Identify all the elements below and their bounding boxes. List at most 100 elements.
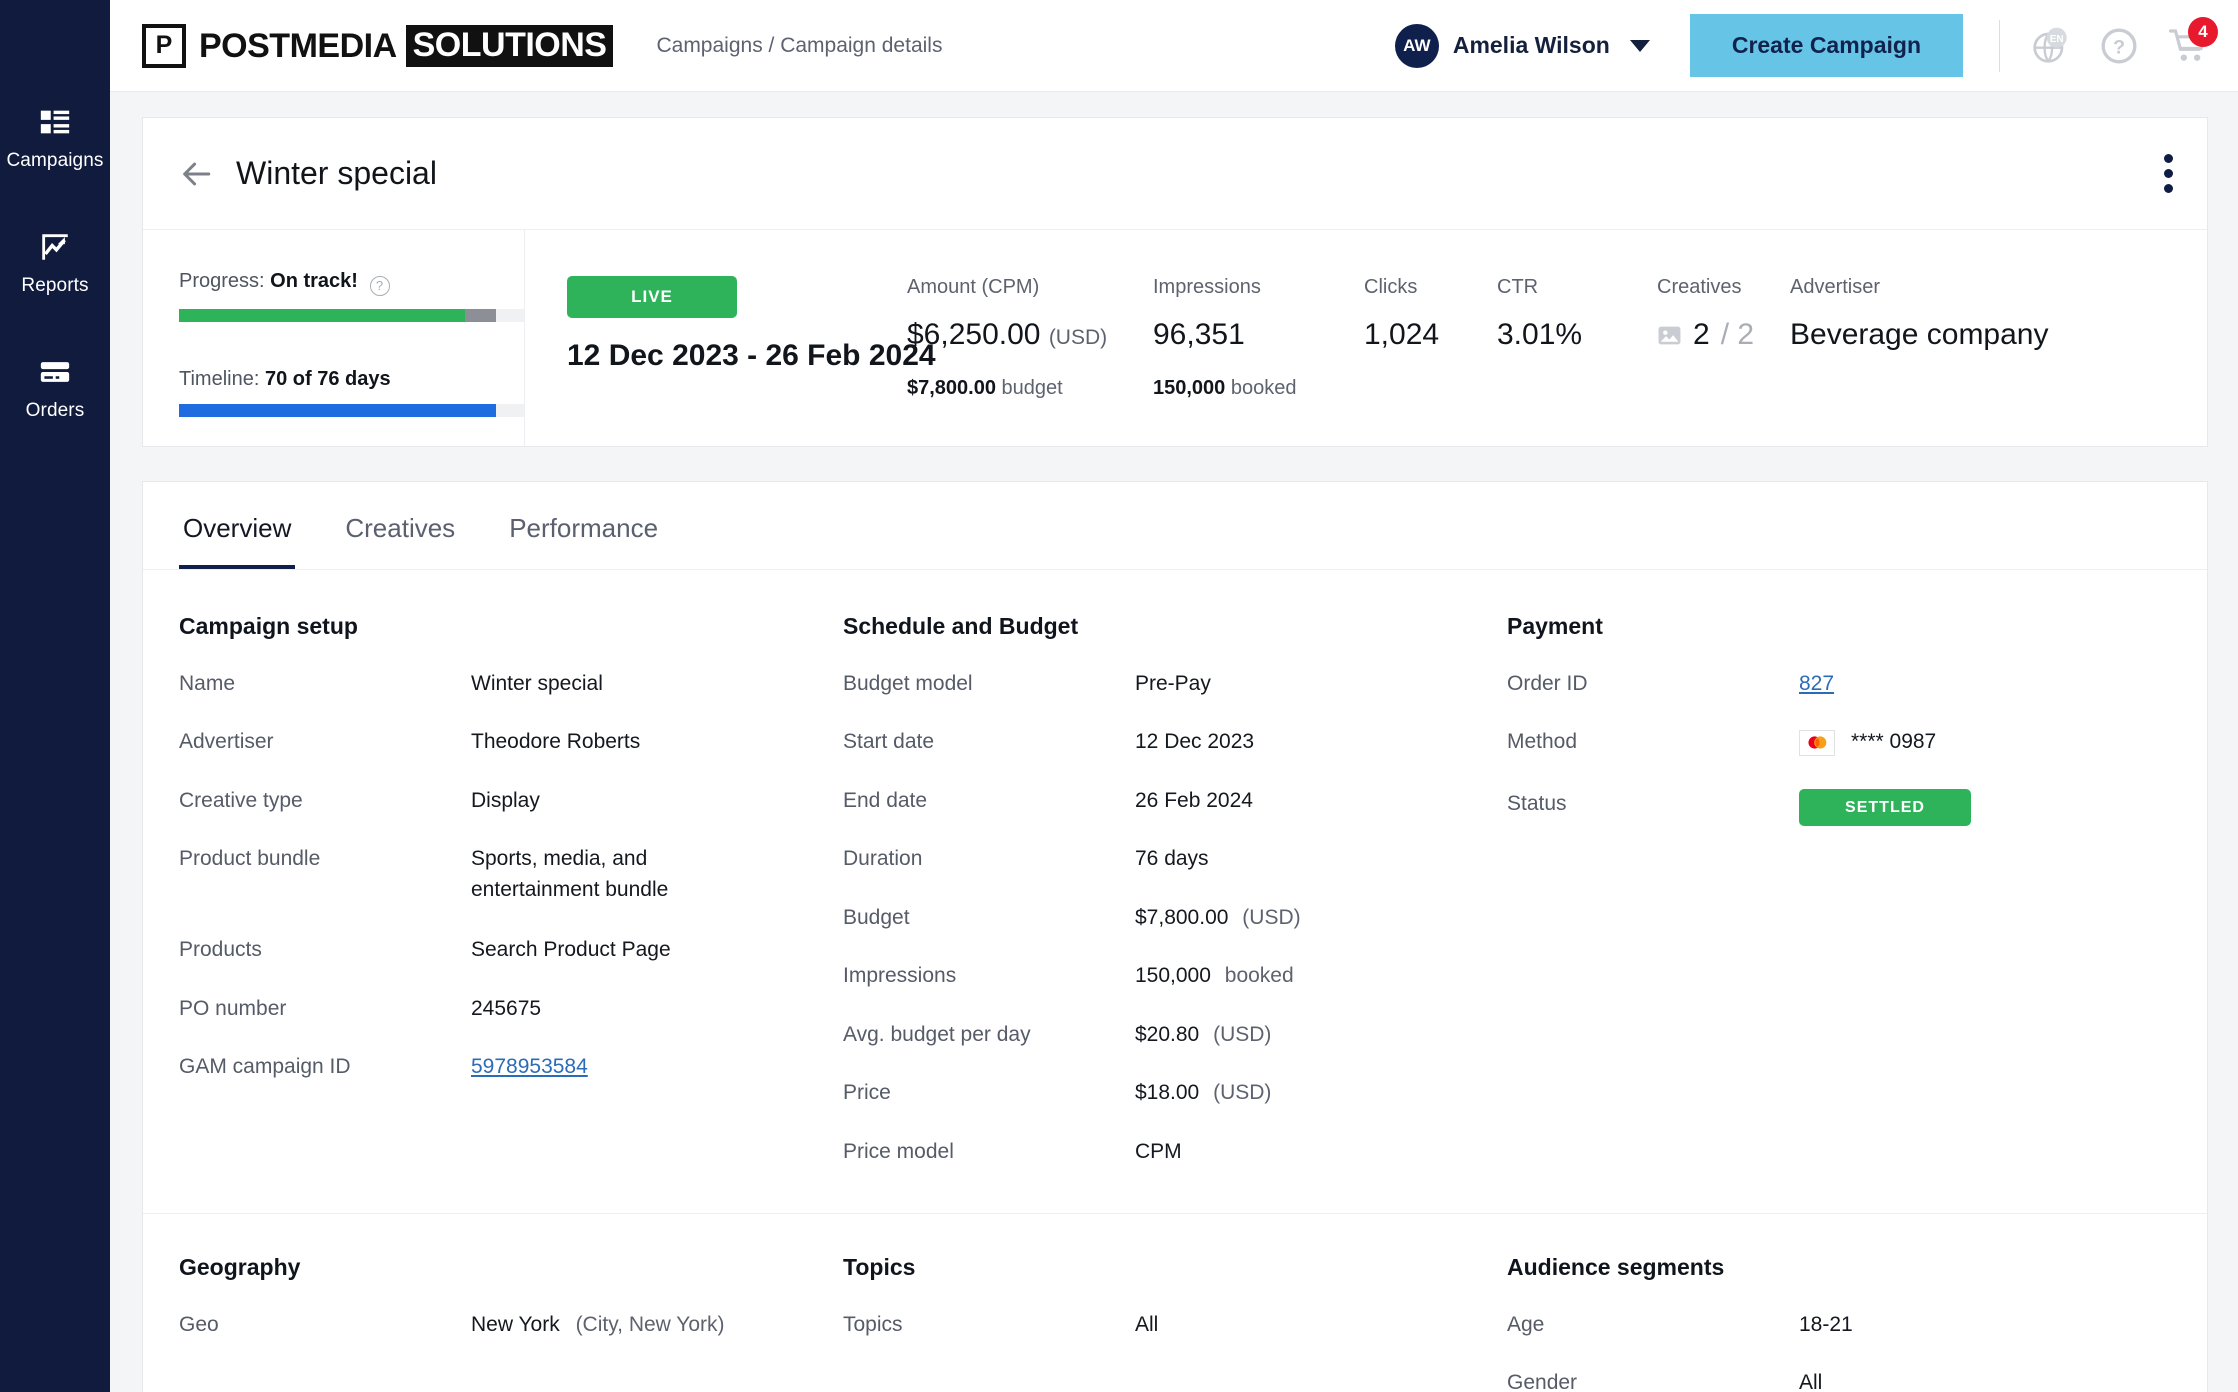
- user-menu[interactable]: AW Amelia Wilson: [1394, 23, 1650, 68]
- help-tooltip-icon[interactable]: ?: [369, 275, 390, 296]
- help-question-icon: ?: [2101, 28, 2137, 63]
- metric-amount: Amount (CPM) $6,250.00 (USD) $7,800.00 b…: [907, 276, 1153, 446]
- language-switcher[interactable]: EN: [2030, 26, 2070, 66]
- metric-ctr: CTR 3.01%: [1497, 276, 1657, 446]
- detail-key: Impressions: [843, 964, 957, 988]
- status-and-dates: LIVE 12 Dec 2023 - 26 Feb 2024: [567, 276, 936, 446]
- detail-value: 150,000 booked: [1135, 961, 1294, 991]
- back-arrow-icon[interactable]: [179, 157, 213, 191]
- metric-value: Beverage company: [1790, 318, 2049, 351]
- detail-row: Advertiser Theodore Roberts: [179, 727, 813, 757]
- sidebar: Campaigns Reports Orders: [0, 0, 110, 1392]
- create-campaign-button[interactable]: Create Campaign: [1689, 14, 1963, 77]
- detail-value: All: [1799, 1371, 1823, 1392]
- sidebar-item-reports[interactable]: Reports: [0, 230, 110, 297]
- detail-value: 76 days: [1135, 847, 1209, 871]
- gam-campaign-id-link[interactable]: 5978953584: [471, 1055, 588, 1078]
- detail-key: Age: [1507, 1312, 1545, 1336]
- detail-value: 18-21: [1799, 1312, 1853, 1336]
- detail-row: Budget $7,800.00 (USD): [843, 903, 1477, 933]
- progress-panel: Progress: On track! ? Timeline: 70 of 76…: [143, 230, 525, 446]
- detail-value: Theodore Roberts: [471, 730, 641, 754]
- value-unit: (USD): [1213, 1022, 1272, 1046]
- detail-row: GAM campaign ID 5978953584: [179, 1052, 813, 1082]
- detail-key: Order ID: [1507, 672, 1588, 695]
- kebab-dot: [2164, 184, 2173, 193]
- value-number: $20.80: [1135, 1022, 1200, 1046]
- tab-overview[interactable]: Overview: [179, 513, 296, 569]
- detail-key: Budget: [843, 905, 910, 929]
- detail-key: Advertiser: [179, 730, 274, 754]
- geo-detail: (City, New York): [575, 1312, 725, 1336]
- value-unit: (USD): [1213, 1081, 1272, 1105]
- detail-value: $18.00 (USD): [1135, 1078, 1271, 1108]
- detail-key: Price: [843, 1081, 891, 1105]
- metric-label: Amount (CPM): [907, 276, 1040, 298]
- detail-row: PO number 245675: [179, 994, 813, 1024]
- details-columns: Campaign setup Name Winter special Adver…: [143, 570, 2207, 1195]
- tab-bar: Overview Creatives Performance: [143, 482, 2207, 570]
- value-number: $18.00: [1135, 1081, 1200, 1105]
- metric-creatives: Creatives 2 / 2: [1657, 276, 1790, 446]
- metric-value: $6,250.00 (USD): [907, 318, 1153, 352]
- metric-clicks: Clicks 1,024: [1364, 276, 1497, 446]
- credit-card-icon: [40, 362, 70, 382]
- tab-creatives[interactable]: Creatives: [341, 513, 459, 569]
- detail-key: Avg. budget per day: [843, 1022, 1031, 1046]
- globe-language-icon: EN: [2033, 27, 2067, 63]
- schedule-budget-section: Schedule and Budget Budget model Pre-Pay…: [843, 613, 1507, 1195]
- app-root: Campaigns Reports Orders P POSTMEDIA SOL…: [0, 0, 2238, 1392]
- top-bar: P POSTMEDIA SOLUTIONS Campaigns / Campai…: [110, 0, 2238, 92]
- detail-row: End date 26 Feb 2024: [843, 786, 1477, 816]
- more-options-button[interactable]: [2158, 148, 2179, 199]
- detail-key: PO number: [179, 996, 287, 1020]
- metric-label: Creatives: [1657, 276, 1742, 298]
- metric-value: 3.01%: [1497, 318, 1583, 351]
- detail-value: **** 0987: [1799, 727, 1936, 760]
- order-id-link[interactable]: 827: [1799, 672, 1834, 695]
- sidebar-item-campaigns[interactable]: Campaigns: [0, 105, 110, 172]
- value-number: $7,800.00: [1135, 905, 1229, 929]
- detail-key: Method: [1507, 730, 1578, 754]
- brand-logo[interactable]: P POSTMEDIA SOLUTIONS: [142, 23, 614, 68]
- detail-key: Product bundle: [179, 847, 321, 871]
- kebab-dot: [2164, 154, 2173, 163]
- detail-value: 12 Dec 2023: [1135, 730, 1255, 754]
- payment-method: **** 0987: [1799, 727, 1936, 757]
- detail-row: Creative type Display: [179, 786, 813, 816]
- detail-value: Winter special: [471, 672, 603, 695]
- progress-label: Progress:: [179, 270, 265, 292]
- sidebar-item-orders[interactable]: Orders: [0, 355, 110, 422]
- value-unit: booked: [1224, 964, 1294, 988]
- section-title: Audience segments: [1507, 1253, 1725, 1280]
- payment-section: Payment Order ID 827 Method **** 0987 St…: [1507, 613, 2171, 1195]
- detail-row: Name Winter special: [179, 669, 813, 699]
- creatives-count: 2: [1693, 318, 1710, 351]
- detail-key: Gender: [1507, 1371, 1578, 1392]
- detail-key: Duration: [843, 847, 923, 871]
- metric-value: 96,351: [1153, 318, 1245, 351]
- cart-button[interactable]: 4: [2168, 16, 2218, 66]
- section-title: Topics: [843, 1253, 916, 1280]
- metric-sub-strong: 150,000: [1153, 377, 1226, 399]
- detail-row: Impressions 150,000 booked: [843, 961, 1477, 991]
- svg-text:EN: EN: [2050, 34, 2064, 45]
- campaign-header: Winter special: [143, 118, 2207, 230]
- targeting-columns: Geography Geo New York (City, New York) …: [143, 1214, 2207, 1392]
- chevron-down-icon: [1629, 39, 1650, 52]
- detail-value: Search Product Page: [471, 938, 671, 962]
- metric-unit: (USD): [1048, 326, 1108, 349]
- page-title: Winter special: [236, 155, 437, 191]
- timeline-bar: [179, 403, 524, 417]
- campaign-summary-card: Winter special Progress: On track! ? Tim…: [142, 117, 2208, 447]
- tab-performance[interactable]: Performance: [505, 513, 662, 569]
- metric-value: 2 / 2: [1657, 318, 1790, 352]
- breadcrumb[interactable]: Campaigns / Campaign details: [656, 34, 942, 58]
- detail-row: Duration 76 days: [843, 844, 1477, 874]
- progress-bar-fill: [179, 308, 466, 322]
- timeline-label: Timeline:: [179, 367, 260, 390]
- metric-sub-text: budget: [1001, 377, 1063, 399]
- help-button[interactable]: ?: [2100, 27, 2138, 65]
- topics-section: Topics Topics All: [843, 1254, 1507, 1392]
